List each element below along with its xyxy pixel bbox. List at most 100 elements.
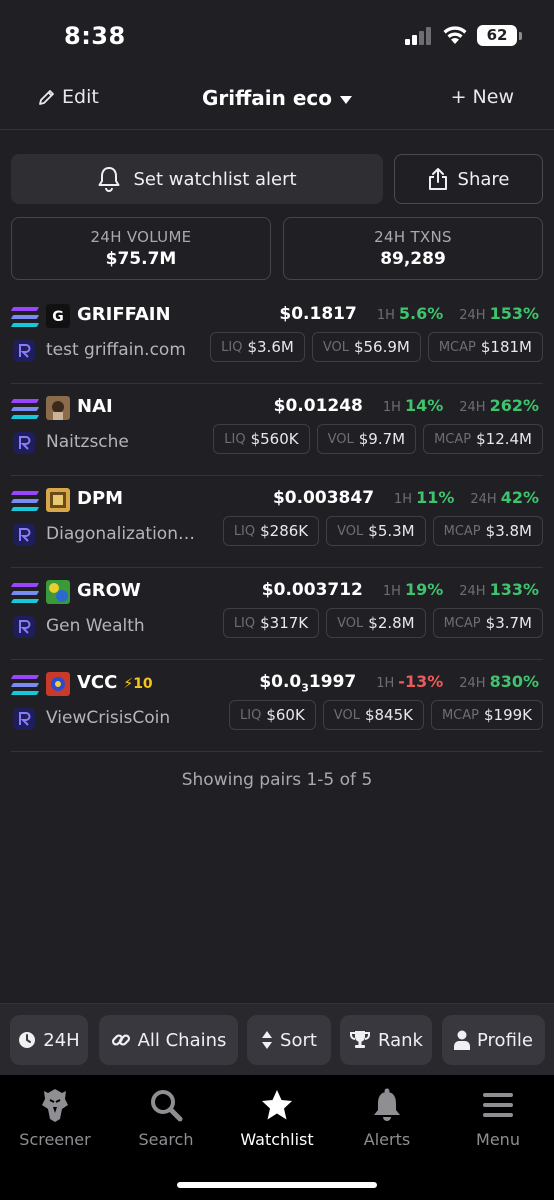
chip-value: $286K	[260, 522, 309, 540]
new-watchlist-button[interactable]: + New	[451, 86, 514, 108]
price-line: $0.1817 1H 5.6% 24H 153%	[279, 304, 539, 324]
profile-button[interactable]: Profile	[442, 1015, 545, 1065]
tab-label: Screener	[19, 1130, 91, 1149]
metric-chips: LIQ $3.6M VOL $56.9M MCAP $181M	[210, 332, 543, 362]
token-symbol: GROW	[77, 580, 141, 601]
tab-search[interactable]: Search	[111, 1085, 221, 1149]
metric-chips: LIQ $286K VOL $5.3M MCAP $3.8M	[222, 516, 543, 546]
user-icon	[454, 1030, 471, 1050]
filter-bar: 24H All Chains Sort Rank Profile	[0, 1003, 554, 1075]
showing-pairs-text: Showing pairs 1-5 of 5	[181, 770, 373, 790]
chip-label: LIQ	[233, 523, 256, 539]
rank-label: Rank	[378, 1029, 423, 1051]
change-1h-label: 1H	[382, 400, 401, 415]
liquidity-chip: LIQ $60K	[229, 700, 316, 730]
price-zero-count: 3	[301, 681, 309, 695]
chip-label: LIQ	[240, 707, 262, 723]
stat-24h-txns: 24H TXNS 89,289	[283, 217, 543, 280]
chip-label: LIQ	[233, 615, 256, 631]
solana-chain-icon	[10, 307, 40, 327]
market-cap-chip: MCAP $199K	[430, 700, 543, 730]
rank-button[interactable]: Rank	[340, 1015, 432, 1065]
symbol-text: GROW	[77, 580, 141, 601]
tab-label: Alerts	[363, 1130, 411, 1149]
price-line: $0.01248 1H 14% 24H 262%	[274, 396, 539, 416]
chip-label: VOL	[337, 523, 364, 539]
chip-label: MCAP	[441, 707, 479, 723]
sort-button[interactable]: Sort	[247, 1015, 331, 1065]
market-cap-chip: MCAP $3.8M	[432, 516, 543, 546]
change-1h-value: 14%	[404, 396, 444, 415]
status-time: 8:38	[64, 22, 126, 50]
token-logo-icon	[46, 580, 70, 604]
change-1h-label: 1H	[382, 584, 401, 599]
stat-24h-volume: 24H VOLUME $75.7M	[11, 217, 271, 280]
token-price: $0.01248	[274, 396, 363, 416]
pair-row[interactable]: G GRIFFAIN test griffain.com $0.1817 1H 5.6% 2…	[0, 292, 554, 384]
boost-badge: ⚡10	[123, 676, 153, 692]
change-24h-label: 24H	[470, 492, 497, 507]
tab-label: Watchlist	[240, 1130, 314, 1149]
token-logo-icon	[46, 488, 70, 512]
pair-row[interactable]: DPM Diagonalization… $0.003847 1H 11% 24H 42% L…	[0, 476, 554, 568]
tab-label: Search	[138, 1130, 194, 1149]
chip-value: $9.7M	[358, 430, 406, 448]
alert-label: Set watchlist alert	[133, 168, 297, 190]
tab-alerts[interactable]: Alerts	[332, 1085, 442, 1149]
token-name: Naitzsche	[46, 432, 129, 452]
raydium-dex-icon	[12, 615, 36, 639]
pair-row[interactable]: GROW Gen Wealth $0.003712 1H 19% 24H 133% LIQ $3…	[0, 568, 554, 660]
pair-row[interactable]: VCC ⚡10 ViewCrisisCoin $0.031997 1H -13% 24H 83…	[0, 660, 554, 752]
symbol-text: DPM	[77, 488, 124, 509]
chip-label: MCAP	[434, 431, 472, 447]
change-1h-value: 5.6%	[398, 304, 444, 323]
market-cap-chip: MCAP $3.7M	[432, 608, 543, 638]
set-watchlist-alert-button[interactable]: Set watchlist alert	[11, 154, 383, 204]
token-name: Diagonalization…	[46, 524, 195, 544]
chip-value: $181M	[480, 338, 532, 356]
svg-text:G: G	[52, 309, 64, 325]
change-24h-value: 830%	[489, 672, 539, 691]
token-symbol: VCC ⚡10	[77, 672, 153, 693]
market-cap-chip: MCAP $12.4M	[423, 424, 543, 454]
liquidity-chip: LIQ $560K	[213, 424, 310, 454]
price-main: $0.01248	[273, 396, 363, 416]
token-price: $0.003847	[273, 488, 374, 508]
change-1h-value: 19%	[404, 580, 444, 599]
token-symbol: NAI	[77, 396, 113, 417]
star-icon	[262, 1090, 292, 1120]
solana-chain-icon	[10, 583, 40, 603]
pair-row[interactable]: NAI Naitzsche $0.01248 1H 14% 24H 262% LIQ $560K…	[0, 384, 554, 476]
wifi-icon	[443, 26, 467, 44]
stat-value: 89,289	[380, 249, 446, 269]
chip-value: $2.8M	[368, 614, 415, 632]
market-cap-chip: MCAP $181M	[427, 332, 543, 362]
tab-screener[interactable]: Screener	[0, 1085, 110, 1149]
chip-label: VOL	[333, 707, 360, 723]
link-icon	[111, 1034, 130, 1046]
sort-label: Sort	[280, 1029, 317, 1051]
bell-icon	[374, 1088, 400, 1121]
change-24h-label: 24H	[459, 584, 486, 599]
chip-value: $845K	[364, 706, 413, 724]
solana-chain-icon	[10, 675, 40, 695]
timeframe-label: 24H	[43, 1029, 80, 1051]
tab-label: Menu	[476, 1130, 520, 1149]
home-indicator	[177, 1182, 377, 1188]
token-name: ViewCrisisCoin	[46, 708, 171, 728]
symbol-text: NAI	[77, 396, 113, 417]
share-label: Share	[457, 168, 510, 190]
cellular-signal-icon	[405, 27, 433, 45]
battery-icon: 62	[477, 25, 517, 46]
tab-menu[interactable]: Menu	[443, 1085, 553, 1149]
all-chains-button[interactable]: All Chains	[99, 1015, 238, 1065]
price-line: $0.003847 1H 11% 24H 42%	[273, 488, 539, 508]
share-button[interactable]: Share	[394, 154, 543, 204]
change-24h-label: 24H	[459, 400, 486, 415]
volume-chip: VOL $5.3M	[326, 516, 426, 546]
token-name: Gen Wealth	[46, 616, 145, 636]
volume-chip: VOL $2.8M	[326, 608, 426, 638]
token-symbol: GRIFFAIN	[77, 304, 171, 325]
tab-watchlist[interactable]: Watchlist	[222, 1085, 332, 1149]
timeframe-button[interactable]: 24H	[10, 1015, 88, 1065]
